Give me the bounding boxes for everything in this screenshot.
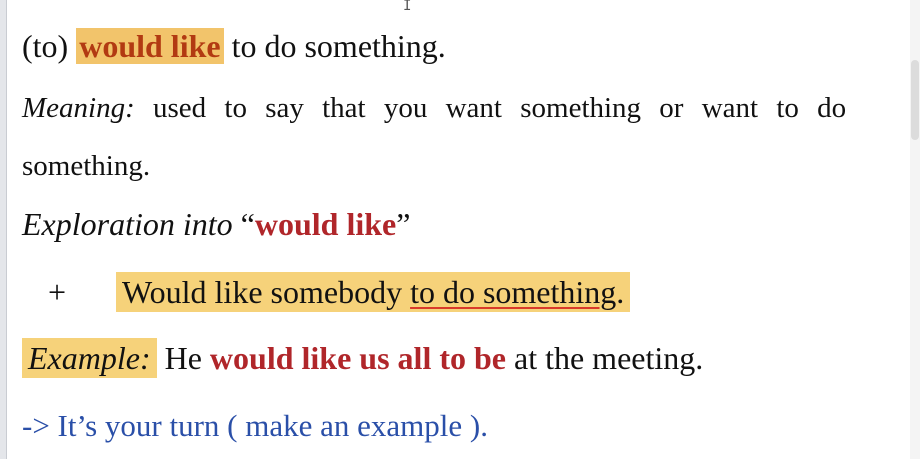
text-cursor-icon: I <box>403 0 412 14</box>
exploration-line: Exploration into “would like” <box>22 206 410 243</box>
pattern-end: . <box>616 274 625 310</box>
plus-bullet: + <box>48 274 67 310</box>
pattern-part2: to do something <box>410 274 617 310</box>
heading-suffix: to do something. <box>223 28 446 64</box>
exploration-label: Exploration into <box>22 206 241 242</box>
pattern-line: + Would like somebody to do something. <box>48 272 631 312</box>
pattern-part1: Would like somebody <box>122 274 411 310</box>
left-margin-rule <box>0 0 7 459</box>
open-quote: “ <box>240 206 255 242</box>
pattern-highlight: Would like somebody to do something. <box>116 272 631 312</box>
close-quote: ” <box>396 206 411 242</box>
example-line: Example: He would like us all to be at t… <box>22 338 704 378</box>
exploration-phrase: would like <box>254 206 397 242</box>
meaning-label: Meaning: <box>22 92 135 124</box>
meaning-line: Meaning: used to say that you want somet… <box>22 92 846 125</box>
scrollbar[interactable] <box>910 0 920 459</box>
definition-heading: (to) would like to do something. <box>22 28 446 65</box>
example-label: Example: <box>22 338 157 378</box>
heading-highlight: would like <box>76 28 224 64</box>
meaning-text: used to say that you want something or w… <box>134 92 847 124</box>
heading-prefix: (to) <box>22 28 77 64</box>
meaning-continuation: something. <box>22 150 151 182</box>
example-post: at the meeting. <box>505 340 704 376</box>
example-pre: He <box>156 340 210 376</box>
your-turn-prompt: -> It’s your turn ( make an example ). <box>22 408 488 443</box>
example-bold: would like us all to be <box>209 340 506 376</box>
scrollbar-thumb[interactable] <box>911 60 919 140</box>
document-page: I (to) would like to do something. Meani… <box>0 0 920 459</box>
